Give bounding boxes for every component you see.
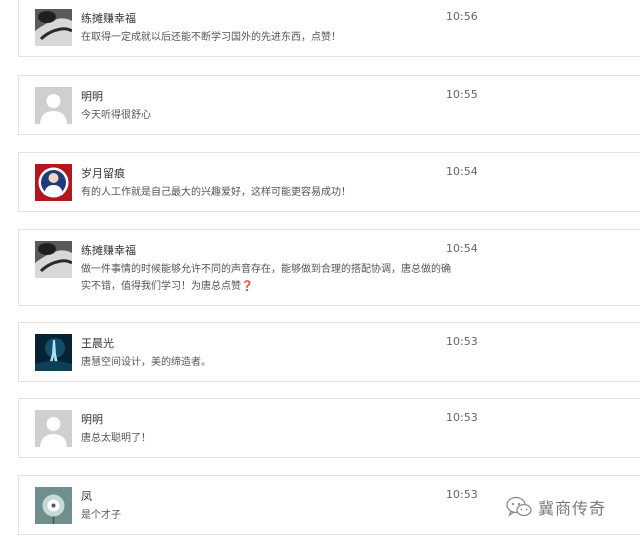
comment-text: 有的人工作就是自己最大的兴趣爱好，这样可能更容易成功！ bbox=[81, 187, 351, 198]
avatar[interactable] bbox=[35, 9, 72, 46]
avatar[interactable] bbox=[35, 410, 72, 447]
comment-author[interactable]: 王晨光 bbox=[81, 335, 114, 351]
comment-text: 今天听得很舒心 bbox=[81, 110, 151, 121]
comment-card: 明明 10:55 今天听得很舒心 bbox=[18, 75, 640, 135]
comment-card: 明明 10:53 唐总太聪明了！ bbox=[18, 398, 640, 458]
comment-author[interactable]: 岁月留痕 bbox=[81, 165, 125, 181]
default-user-avatar bbox=[35, 410, 72, 447]
blue-figure-avatar bbox=[35, 334, 72, 371]
wechat-icon bbox=[506, 496, 532, 517]
comment-time: 10:54 bbox=[446, 165, 478, 178]
comment-time: 10:53 bbox=[446, 411, 478, 424]
comment-text: 做一件事情的时候能够允许不同的声音存在，能够做到合理的搭配协调，唐总做的确实不错… bbox=[81, 261, 453, 295]
comment-author[interactable]: 凤 bbox=[81, 488, 92, 504]
hand-photo-avatar bbox=[35, 9, 72, 46]
avatar[interactable] bbox=[35, 241, 72, 278]
comment-text: 是个才子 bbox=[81, 510, 121, 521]
comment-text: 唐总太聪明了！ bbox=[81, 433, 151, 444]
comment-text: 唐慧空间设计，美的缔造者。 bbox=[81, 357, 211, 368]
comment-author[interactable]: 明明 bbox=[81, 411, 103, 427]
watermark: 冀商传奇 bbox=[506, 495, 606, 519]
comment-card: 王晨光 10:53 唐慧空间设计，美的缔造者。 bbox=[18, 322, 640, 382]
comment-card: 练摊赚幸福 10:54 做一件事情的时候能够允许不同的声音存在，能够做到合理的搭… bbox=[18, 229, 640, 306]
question-emoji-icon: ❓ bbox=[241, 281, 254, 292]
default-user-avatar bbox=[35, 87, 72, 124]
comment-author[interactable]: 练摊赚幸福 bbox=[81, 10, 136, 26]
comment-author[interactable]: 明明 bbox=[81, 88, 103, 104]
comment-card: 岁月留痕 10:54 有的人工作就是自己最大的兴趣爱好，这样可能更容易成功！ bbox=[18, 152, 640, 212]
avatar[interactable] bbox=[35, 164, 72, 201]
dandelion-avatar bbox=[35, 487, 72, 524]
comment-card: 练摊赚幸福 10:56 在取得一定成就以后还能不断学习国外的先进东西，点赞！ bbox=[18, 0, 640, 57]
comment-time: 10:53 bbox=[446, 335, 478, 348]
comment-time: 10:53 bbox=[446, 488, 478, 501]
avatar[interactable] bbox=[35, 487, 72, 524]
avatar[interactable] bbox=[35, 87, 72, 124]
avatar[interactable] bbox=[35, 334, 72, 371]
comment-author[interactable]: 练摊赚幸福 bbox=[81, 242, 136, 258]
comment-text-body: 做一件事情的时候能够允许不同的声音存在，能够做到合理的搭配协调，唐总做的确实不错… bbox=[81, 264, 451, 292]
comment-time: 10:54 bbox=[446, 242, 478, 255]
comment-time: 10:55 bbox=[446, 88, 478, 101]
hand-photo-avatar bbox=[35, 241, 72, 278]
comment-time: 10:56 bbox=[446, 10, 478, 23]
watermark-text: 冀商传奇 bbox=[538, 499, 607, 518]
comment-text: 在取得一定成就以后还能不断学习国外的先进东西，点赞！ bbox=[81, 32, 341, 43]
portrait-badge-avatar bbox=[35, 164, 72, 201]
